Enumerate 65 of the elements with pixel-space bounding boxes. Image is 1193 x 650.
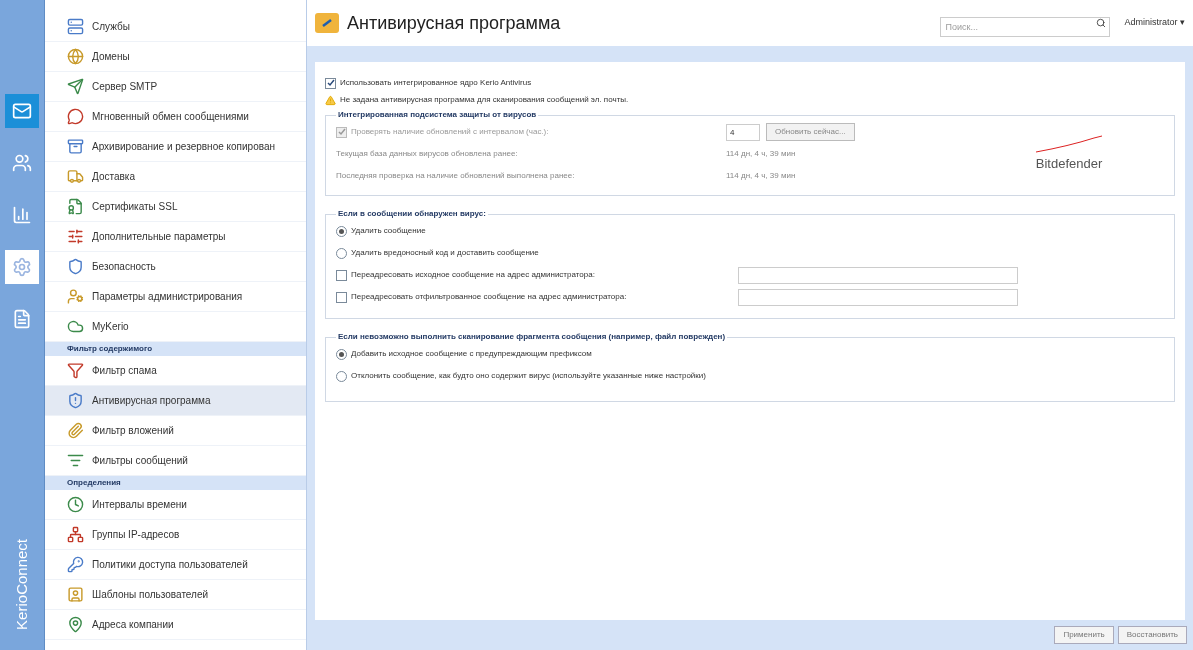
option-label: Удалить сообщение <box>351 225 426 237</box>
group-title: Если невозможно выполнить сканирование фрагмента сообщения (например, файл поврежден) <box>337 331 727 343</box>
radio-button[interactable] <box>336 348 347 360</box>
user-gear-icon <box>67 288 84 305</box>
footer-button[interactable]: Применить <box>1054 626 1114 644</box>
email-field[interactable] <box>738 266 1018 284</box>
user-menu[interactable]: Administrator ▾ <box>1124 16 1185 30</box>
option-label: Добавить исходное сообщение с предупреждающим префиксом <box>351 348 592 360</box>
shield-icon <box>67 392 84 409</box>
user-icon <box>67 586 84 603</box>
group-title: Интегрированная подсистема защиты от вирусов <box>337 109 538 121</box>
search-icon <box>1096 18 1107 28</box>
server-icon <box>67 18 84 35</box>
send-icon <box>67 78 84 95</box>
globe-icon <box>67 48 84 65</box>
truck-icon <box>67 168 84 185</box>
key-icon <box>67 556 84 573</box>
filter-icon <box>67 362 84 379</box>
sidebar-item[interactable]: Антивирусная программа <box>45 386 306 416</box>
document-icon <box>12 309 32 329</box>
checkbox[interactable] <box>336 291 347 303</box>
sliders-icon <box>67 228 84 245</box>
rail-tab[interactable] <box>5 94 39 128</box>
radio-button[interactable] <box>336 247 347 259</box>
info-value: 114 дн, 4 ч, 39 мин <box>726 148 796 160</box>
email-field[interactable] <box>738 288 1018 306</box>
bar-chart-icon <box>12 205 32 225</box>
radio-button[interactable] <box>336 370 347 382</box>
cloud-icon <box>67 318 84 335</box>
option-label: Удалить вредоносный код и доставить сообщение <box>351 247 539 259</box>
option-label: Переадресовать отфильтрованное сообщение на адрес администратора: <box>351 291 628 303</box>
footer-button[interactable]: Восстановить <box>1117 626 1187 644</box>
settings-icon <box>12 257 32 277</box>
checkbox[interactable] <box>325 77 336 89</box>
archive-icon <box>67 138 84 155</box>
shield-icon <box>67 258 84 275</box>
warning-icon <box>325 94 336 106</box>
rail-tab[interactable] <box>5 250 39 284</box>
option-label: Переадресовать исходное сообщение на адрес администратора: <box>351 269 596 281</box>
info-label: Текущая база данных вирусов обновлена ранее: <box>336 148 519 160</box>
pin-icon <box>67 616 84 633</box>
section-header: Определения <box>45 476 306 490</box>
certificate-icon <box>67 198 84 215</box>
bitdefender-logo: Bitdefender <box>994 121 1144 187</box>
group-title: Если в сообщении обнаружен вирус: <box>337 208 487 220</box>
info-label: Последняя проверка на наличие обновлений выполнена ранее: <box>336 170 576 182</box>
info-value: 114 дн, 4 ч, 39 мин <box>726 170 796 182</box>
folder-icon <box>315 13 339 33</box>
list-filter-icon <box>67 452 84 469</box>
search-field[interactable]: Поиск... <box>940 17 1111 37</box>
checkbox-label: Использовать интегрированное ядро Kerio Antivirus <box>340 77 532 89</box>
option-label: Отклонить сообщение, как будто оно содержит вирус (используйте указанные ниже настройки) <box>351 370 706 382</box>
chat-icon <box>67 108 84 125</box>
section-header: Фильтр содержимого <box>45 342 306 356</box>
clock-icon <box>67 496 84 513</box>
product-name: KerioConnect <box>11 539 31 630</box>
users-icon <box>12 153 32 173</box>
network-icon <box>67 526 84 543</box>
checkbox-label: Проверять наличие обновлений с интервалом (час.): <box>351 126 549 138</box>
radio-button[interactable] <box>336 225 347 237</box>
warning-text: Не задана антивирусная программа для сканирования сообщений эл. почты. <box>340 94 629 106</box>
paperclip-icon <box>67 422 84 439</box>
page-title: Антивирусная программа <box>347 11 561 35</box>
mail-icon <box>12 101 32 121</box>
checkbox[interactable] <box>336 269 347 281</box>
